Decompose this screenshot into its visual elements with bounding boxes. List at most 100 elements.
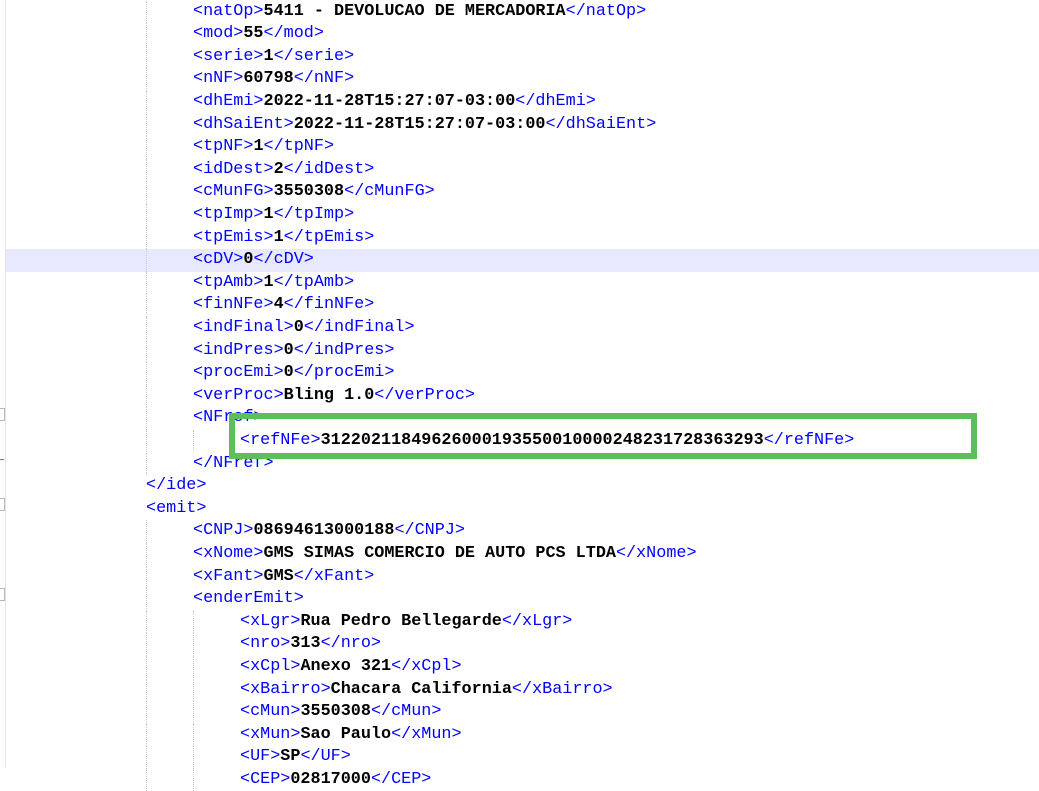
- code-line[interactable]: <nro>313</nro>: [6, 633, 1039, 656]
- code-line[interactable]: <dhEmi>2022-11-28T15:27:07-03:00</dhEmi>: [6, 90, 1039, 114]
- line-content: <enderEmit>: [193, 588, 304, 611]
- open-tag: <verProc>: [193, 385, 284, 405]
- close-tag: </tpImp>: [273, 204, 355, 224]
- line-content: <xMun>Sao Paulo</xMun>: [240, 724, 462, 747]
- close-tag: </dhEmi>: [515, 91, 596, 111]
- indent-guide: [193, 746, 194, 769]
- code-line[interactable]: <tpNF>1</tpNF>: [6, 136, 1039, 159]
- open-tag: <indFinal>: [193, 317, 294, 337]
- line-content: <indFinal>0</indFinal>: [193, 317, 415, 340]
- code-line[interactable]: <cMun>3550308</cMun>: [6, 701, 1039, 724]
- indent-guide: [146, 249, 147, 272]
- code-line[interactable]: <serie>1</serie>: [6, 45, 1039, 69]
- indent-guide: [146, 0, 147, 24]
- line-content: <procEmi>0</procEmi>: [193, 362, 394, 385]
- line-content: </ide>: [146, 475, 206, 498]
- indent-guide: [193, 723, 194, 747]
- code-line[interactable]: <refNFe>31220211849626000193550010000248…: [6, 429, 1039, 453]
- line-content: <nro>313</nro>: [240, 633, 381, 656]
- close-tag: </xBairro>: [511, 679, 613, 699]
- code-line[interactable]: <xBairro>Chacara California</xBairro>: [6, 678, 1039, 702]
- indent-guide: [146, 768, 147, 791]
- open-tag: <CEP>: [240, 769, 291, 789]
- tag-value: 0: [283, 363, 294, 383]
- close-tag: </nro>: [320, 634, 382, 654]
- code-line[interactable]: <indFinal>0</indFinal>: [6, 316, 1039, 340]
- indent-guide: [146, 294, 147, 317]
- indent-guide: [146, 203, 147, 227]
- code-line[interactable]: <xMun>Sao Paulo</xMun>: [6, 723, 1039, 747]
- line-content: <tpNF>1</tpNF>: [193, 136, 334, 159]
- code-line[interactable]: <mod>55</mod>: [6, 23, 1039, 46]
- code-line[interactable]: <xCpl>Anexo 321</xCpl>: [6, 655, 1039, 679]
- close-tag: </xMun>: [391, 724, 462, 744]
- tag-value: Rua Pedro Bellegarde: [300, 611, 502, 631]
- open-tag: <nro>: [240, 634, 291, 654]
- code-line[interactable]: <indPres>0</indPres>: [6, 339, 1039, 363]
- tag-value: 1: [273, 227, 284, 247]
- tag-value: 1: [263, 272, 274, 292]
- fold-toggle-icon[interactable]: [0, 498, 5, 511]
- fold-toggle-icon[interactable]: [0, 588, 5, 601]
- code-line[interactable]: <UF>SP</UF>: [6, 746, 1039, 769]
- code-line[interactable]: <tpEmis>1</tpEmis>: [6, 226, 1039, 250]
- line-content: <emit>: [146, 498, 206, 521]
- code-line[interactable]: <natOp>5411 - DEVOLUCAO DE MERCADORIA</n…: [6, 0, 1039, 24]
- code-line[interactable]: <tpAmb>1</tpAmb>: [6, 271, 1039, 295]
- close-tag: </serie>: [273, 46, 355, 66]
- code-line[interactable]: <xNome>GMS SIMAS COMERCIO DE AUTO PCS LT…: [6, 542, 1039, 566]
- code-line[interactable]: </NFref>: [6, 452, 1039, 476]
- code-line[interactable]: <tpImp>1</tpImp>: [6, 203, 1039, 227]
- code-line[interactable]: <emit>: [6, 498, 1039, 521]
- line-content: <dhEmi>2022-11-28T15:27:07-03:00</dhEmi>: [193, 91, 596, 114]
- tag-value: 0: [243, 250, 254, 270]
- close-tag: </cMun>: [370, 702, 442, 722]
- tag-value: 1: [253, 137, 264, 157]
- tag-value: 08694613000188: [253, 521, 395, 541]
- open-tag: <finNFe>: [193, 295, 274, 315]
- tag-value: GMS: [263, 566, 294, 586]
- code-line[interactable]: </ide>: [6, 475, 1039, 498]
- indent-guide: [146, 678, 147, 702]
- code-line[interactable]: <procEmi>0</procEmi>: [6, 362, 1039, 385]
- code-line[interactable]: <xFant>GMS</xFant>: [6, 565, 1039, 589]
- open-tag: <tpAmb>: [193, 272, 264, 292]
- line-content: <xLgr>Rua Pedro Bellegarde</xLgr>: [240, 611, 572, 634]
- tag-value: 3550308: [273, 182, 345, 202]
- close-tag: </ide>: [146, 476, 207, 496]
- fold-toggle-icon[interactable]: [0, 408, 5, 421]
- indent-guide: [146, 90, 147, 114]
- line-content: <CNPJ>08694613000188</CNPJ>: [193, 520, 465, 543]
- close-tag: </refNFe>: [763, 430, 855, 450]
- code-line[interactable]: <idDest>2</idDest>: [6, 158, 1039, 182]
- code-line[interactable]: <verProc>Bling 1.0</verProc>: [6, 384, 1039, 408]
- line-content: <cMunFG>3550308</cMunFG>: [193, 181, 435, 204]
- code-line[interactable]: <NFref>: [6, 407, 1039, 430]
- tag-value: 2: [273, 159, 284, 179]
- code-line[interactable]: <enderEmit>: [6, 588, 1039, 611]
- tag-value: 55: [243, 24, 264, 44]
- indent-guide: [193, 678, 194, 702]
- line-content: <natOp>5411 - DEVOLUCAO DE MERCADORIA</n…: [193, 1, 646, 24]
- open-tag: <cMunFG>: [193, 182, 274, 202]
- indent-guide: [146, 181, 147, 204]
- tag-value: 0: [283, 340, 294, 360]
- code-line[interactable]: <nNF>60798</nNF>: [6, 68, 1039, 91]
- indent-guide: [146, 565, 147, 589]
- code-line[interactable]: <cMunFG>3550308</cMunFG>: [6, 181, 1039, 204]
- close-tag: </CNPJ>: [394, 521, 465, 541]
- code-line[interactable]: <finNFe>4</finNFe>: [6, 294, 1039, 317]
- open-tag: <emit>: [146, 498, 207, 518]
- close-tag: </finNFe>: [283, 295, 375, 315]
- indent-guide: [146, 226, 147, 250]
- tag-value: 313: [290, 634, 321, 654]
- xml-editor[interactable]: <natOp>5411 - DEVOLUCAO DE MERCADORIA</n…: [6, 0, 1039, 791]
- code-line[interactable]: <CNPJ>08694613000188</CNPJ>: [6, 520, 1039, 543]
- open-tag: <dhSaiEnt>: [193, 114, 294, 134]
- indent-guide: [146, 158, 147, 182]
- code-line[interactable]: <CEP>02817000</CEP>: [6, 768, 1039, 791]
- code-line[interactable]: <cDV>0</cDV>: [6, 249, 1039, 272]
- close-tag: </cMunFG>: [344, 182, 435, 202]
- code-line[interactable]: <xLgr>Rua Pedro Bellegarde</xLgr>: [6, 610, 1039, 634]
- code-line[interactable]: <dhSaiEnt>2022-11-28T15:27:07-03:00</dhS…: [6, 113, 1039, 137]
